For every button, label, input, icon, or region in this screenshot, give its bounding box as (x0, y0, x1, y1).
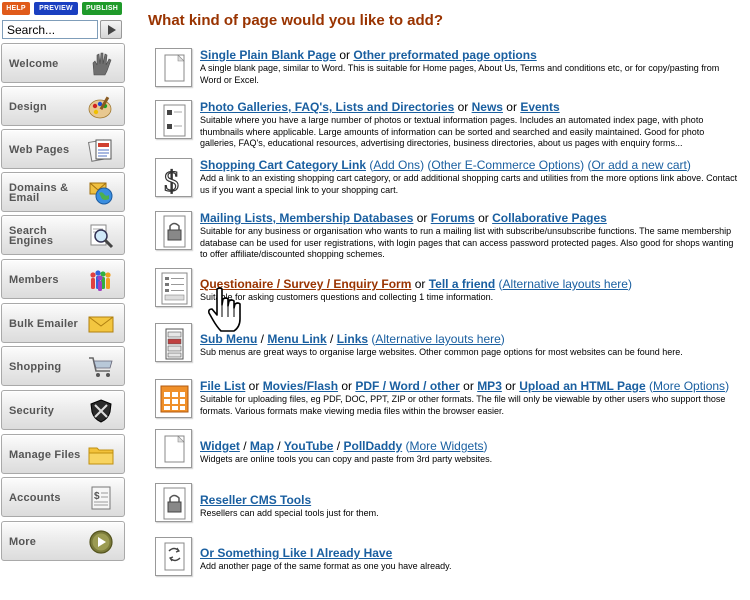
padlock-page-icon[interactable] (155, 211, 192, 250)
option-link[interactable]: PollDaddy (343, 439, 402, 453)
row-description: Add another page of the same format as o… (200, 561, 452, 571)
paren-text: ) (686, 158, 691, 172)
option-link[interactable]: Reseller CMS Tools (200, 493, 311, 507)
option-link[interactable]: YouTube (284, 439, 334, 453)
row-description: Sub menus are great ways to organise lar… (200, 347, 683, 357)
option-link[interactable]: Shopping Cart Category Link (200, 158, 366, 172)
option-link[interactable]: Links (337, 332, 368, 346)
option-sub-link[interactable]: Alternative layouts here (503, 277, 628, 291)
page-title: What kind of page would you like to add? (148, 12, 443, 29)
option-sub-link[interactable]: Or add a new cart (591, 158, 686, 172)
row-description: A single blank page, similar to Word. Th… (200, 63, 720, 85)
option-link[interactable]: Or Something Like I Already Have (200, 546, 392, 560)
separator-text: or (501, 379, 520, 393)
separator-text: / (257, 332, 268, 346)
paren-text: ) ( (420, 158, 432, 172)
option-link[interactable]: Forums (431, 211, 475, 225)
row-links: Sub Menu / Menu Link / Links (Alternativ… (200, 332, 740, 346)
separator-text: or (474, 211, 493, 225)
option-link[interactable]: Single Plain Blank Page (200, 48, 336, 62)
files-icon[interactable] (155, 379, 192, 418)
separator-text: / (273, 439, 284, 453)
row-description: Suitable for any business or organisatio… (200, 226, 734, 259)
separator-text: or (336, 48, 354, 62)
option-sub-link[interactable]: Alternative layouts here (375, 332, 500, 346)
paren-text: ( (495, 277, 503, 291)
option-link[interactable]: Tell a friend (429, 277, 495, 291)
submenu-icon[interactable] (155, 323, 192, 362)
row-links: Widget / Map / YouTube / PollDaddy (More… (200, 439, 740, 453)
row-links: Mailing Lists, Membership Databases or F… (200, 211, 740, 225)
paren-text: ) (500, 332, 505, 346)
option-link[interactable]: Mailing Lists, Membership Databases (200, 211, 413, 225)
row-description: Add a link to an existing shopping cart … (200, 173, 738, 195)
option-sub-link[interactable]: Add Ons (373, 158, 420, 172)
option-link[interactable]: Other preformated page options (353, 48, 536, 62)
option-link[interactable]: Map (250, 439, 274, 453)
dollar-icon[interactable]: $ (155, 158, 192, 198)
separator-text: / (326, 332, 337, 346)
separator-text: or (413, 211, 431, 225)
main-content: What kind of page would you like to add?… (0, 0, 750, 600)
row-links: Shopping Cart Category Link (Add Ons) (O… (200, 158, 740, 172)
row-links: File List or Movies/Flash or PDF / Word … (200, 379, 740, 393)
paren-text: ) (725, 379, 730, 393)
option-link[interactable]: Movies/Flash (263, 379, 338, 393)
separator-text: / (333, 439, 344, 453)
option-link[interactable]: File List (200, 379, 245, 393)
paren-text: ) ( (580, 158, 592, 172)
row-description: Suitable for uploading files, eg PDF, DO… (200, 394, 726, 416)
widget-page-icon[interactable] (155, 429, 192, 468)
paren-text: ) (483, 439, 488, 453)
option-link[interactable]: News (472, 100, 503, 114)
paren-text: ) (627, 277, 632, 291)
row-description: Suitable where you have a large number o… (200, 115, 705, 148)
row-links: Photo Galleries, FAQ's, Lists and Direct… (200, 100, 740, 114)
separator-text: or (502, 100, 521, 114)
row-description: Suitable for asking customers questions … (200, 292, 494, 302)
option-link[interactable]: Widget (200, 439, 240, 453)
hand-cursor-icon (208, 287, 241, 332)
separator-text: or (411, 277, 429, 291)
option-link[interactable]: Menu Link (267, 332, 326, 346)
gallery-page-icon[interactable] (155, 100, 192, 139)
row-description: Resellers can add special tools just for… (200, 508, 379, 518)
svg-text:$: $ (164, 165, 179, 198)
option-link[interactable]: MP3 (477, 379, 502, 393)
option-link[interactable]: Upload an HTML Page (519, 379, 645, 393)
row-links: Or Something Like I Already Have (200, 546, 740, 560)
paren-text: ( (402, 439, 410, 453)
option-sub-link[interactable]: Other E-Commerce Options (431, 158, 580, 172)
option-sub-link[interactable]: More Options (653, 379, 725, 393)
reseller-page-icon[interactable] (155, 483, 192, 522)
blank-page-icon[interactable] (155, 48, 192, 87)
separator-text: or (338, 379, 356, 393)
separator-text: / (239, 439, 250, 453)
separator-text: or (454, 100, 472, 114)
form-page-icon[interactable] (155, 268, 192, 307)
row-links: Questionaire / Survey / Enquiry Form or … (200, 277, 740, 291)
option-link[interactable]: Events (520, 100, 559, 114)
option-link[interactable]: PDF / Word / other (355, 379, 459, 393)
option-sub-link[interactable]: More Widgets (410, 439, 484, 453)
row-links: Single Plain Blank Page or Other preform… (200, 48, 740, 62)
row-links: Reseller CMS Tools (200, 493, 740, 507)
row-description: Widgets are online tools you can copy an… (200, 454, 493, 464)
paren-text: ( (645, 379, 654, 393)
copy-page-icon[interactable] (155, 537, 192, 576)
option-link[interactable]: Collaborative Pages (492, 211, 607, 225)
separator-text: or (245, 379, 263, 393)
separator-text: or (459, 379, 478, 393)
option-link[interactable]: Photo Galleries, FAQ's, Lists and Direct… (200, 100, 454, 114)
